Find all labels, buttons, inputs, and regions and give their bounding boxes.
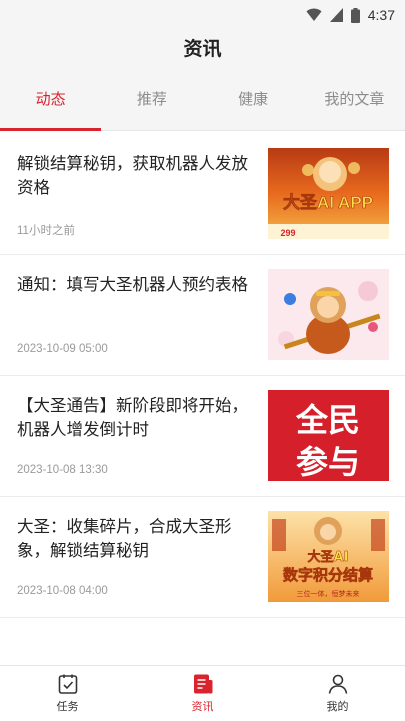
- nav-tasks[interactable]: 任务: [0, 666, 135, 721]
- status-bar: 4:37: [0, 0, 405, 30]
- tab-dynamics[interactable]: 动态: [0, 68, 102, 131]
- task-icon: [0, 672, 135, 696]
- news-icon: [135, 672, 270, 696]
- nav-label: 资讯: [191, 700, 214, 713]
- category-tabs: 动态 推荐 健康 我的文章: [0, 68, 405, 131]
- article-thumbnail: [268, 269, 389, 360]
- signal-icon: [329, 8, 343, 22]
- article-title: 通知：填写大圣机器人预约表格: [17, 275, 248, 294]
- user-icon: [270, 672, 405, 696]
- article-item[interactable]: 通知：填写大圣机器人预约表格 2023-10-09 05:00: [0, 255, 405, 376]
- page-title: 资讯: [183, 38, 222, 60]
- article-thumbnail: 全民 参与: [268, 390, 389, 481]
- status-icons: 4:37: [306, 6, 395, 24]
- thumb-text: 大圣AI: [308, 549, 349, 565]
- bottom-nav: 任务 资讯 我的: [0, 665, 405, 721]
- thumb-text: 大圣AI APP: [283, 192, 373, 212]
- nav-label: 任务: [56, 700, 79, 713]
- article-item[interactable]: 解锁结算秘钥，获取机器人发放资格 11小时之前 大圣AI APP 299: [0, 134, 405, 255]
- tab-health[interactable]: 健康: [203, 68, 304, 130]
- article-list: 解锁结算秘钥，获取机器人发放资格 11小时之前 大圣AI APP 299 通知：…: [0, 134, 405, 618]
- article-time: 2023-10-08 13:30: [17, 464, 108, 476]
- status-time: 4:37: [367, 7, 395, 23]
- thumb-subtext: 三位一体，恒梦未来: [297, 589, 360, 598]
- article-thumbnail: 大圣AI APP 299: [268, 148, 389, 239]
- thumb-subtext: 299: [280, 228, 295, 238]
- article-item[interactable]: 【大圣通告】新阶段即将开始，机器人增发倒计时 2023-10-08 13:30 …: [0, 376, 405, 497]
- article-time: 2023-10-09 05:00: [17, 343, 108, 355]
- nav-news[interactable]: 资讯: [135, 666, 270, 721]
- thumb-text: 参与: [296, 443, 360, 481]
- nav-label: 我的: [326, 700, 349, 713]
- page-header: 资讯: [0, 30, 405, 68]
- article-title: 【大圣通告】新阶段即将开始，机器人增发倒计时: [17, 396, 248, 439]
- article-item[interactable]: 大圣：收集碎片，合成大圣形象，解锁结算秘钥 2023-10-08 04:00 大…: [0, 497, 405, 618]
- article-thumbnail: 大圣AI 数字积分结算 三位一体，恒梦未来: [268, 511, 389, 602]
- nav-profile[interactable]: 我的: [270, 666, 405, 721]
- tab-recommended[interactable]: 推荐: [101, 68, 202, 130]
- battery-icon: [350, 7, 360, 23]
- tab-my-articles[interactable]: 我的文章: [304, 68, 405, 130]
- article-title: 大圣：收集碎片，合成大圣形象，解锁结算秘钥: [17, 517, 232, 560]
- article-title: 解锁结算秘钥，获取机器人发放资格: [17, 154, 248, 197]
- article-time: 2023-10-08 04:00: [17, 585, 108, 597]
- thumb-text: 全民: [295, 401, 360, 439]
- thumb-text: 数字积分结算: [283, 566, 373, 584]
- article-time: 11小时之前: [17, 225, 75, 237]
- wifi-icon: [306, 8, 322, 21]
